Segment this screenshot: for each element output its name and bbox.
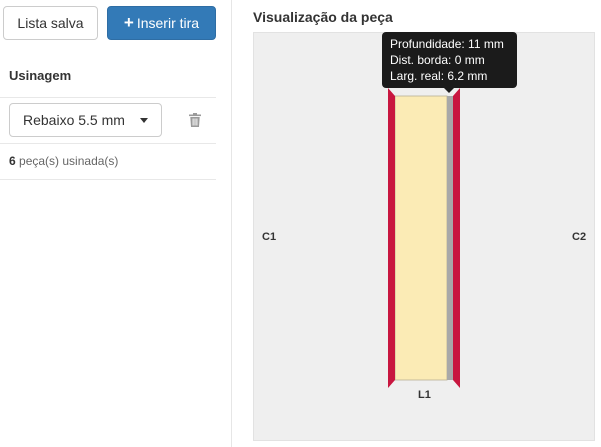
insert-strip-button[interactable]: + Inserir tira <box>107 6 216 40</box>
tooltip-edge-distance: Dist. borda: 0 mm <box>390 53 485 67</box>
edge-band-left <box>388 88 395 388</box>
machining-tooltip: Profundidade: 11 mm Dist. borda: 0 mm La… <box>382 32 517 88</box>
saved-list-button[interactable]: Lista salva <box>3 6 98 40</box>
machining-select[interactable]: Rebaixo 5.5 mm <box>9 103 162 137</box>
insert-strip-label: Inserir tira <box>136 15 200 31</box>
edge-band-right <box>453 88 460 388</box>
groove <box>447 96 453 380</box>
trash-icon[interactable] <box>189 113 201 127</box>
machined-count-number: 6 <box>9 154 16 168</box>
edge-label-l1: L1 <box>418 389 431 401</box>
preview-title: Visualização da peça <box>253 9 393 25</box>
piece-drawing[interactable] <box>385 88 465 388</box>
caret-down-icon <box>140 118 148 123</box>
edge-label-c2: C2 <box>572 231 587 243</box>
divider <box>0 179 216 180</box>
edge-label-c1: C1 <box>262 231 277 243</box>
machining-section-title: Usinagem <box>9 68 72 83</box>
tooltip-real-width: Larg. real: 6.2 mm <box>390 69 488 83</box>
machined-count: 6 peça(s) usinada(s) <box>9 154 118 168</box>
divider <box>0 97 216 98</box>
divider <box>0 143 216 144</box>
machining-select-value: Rebaixo 5.5 mm <box>23 112 125 128</box>
plus-icon: + <box>123 13 134 32</box>
tooltip-depth: Profundidade: 11 mm <box>390 37 504 51</box>
piece-body <box>394 95 448 381</box>
tooltip-arrow <box>444 88 454 93</box>
left-panel: Lista salva + Inserir tira Usinagem Rebai… <box>0 0 231 447</box>
saved-list-label: Lista salva <box>17 15 84 31</box>
machined-count-suffix: peça(s) usinada(s) <box>19 154 119 168</box>
panel-separator <box>231 0 232 447</box>
